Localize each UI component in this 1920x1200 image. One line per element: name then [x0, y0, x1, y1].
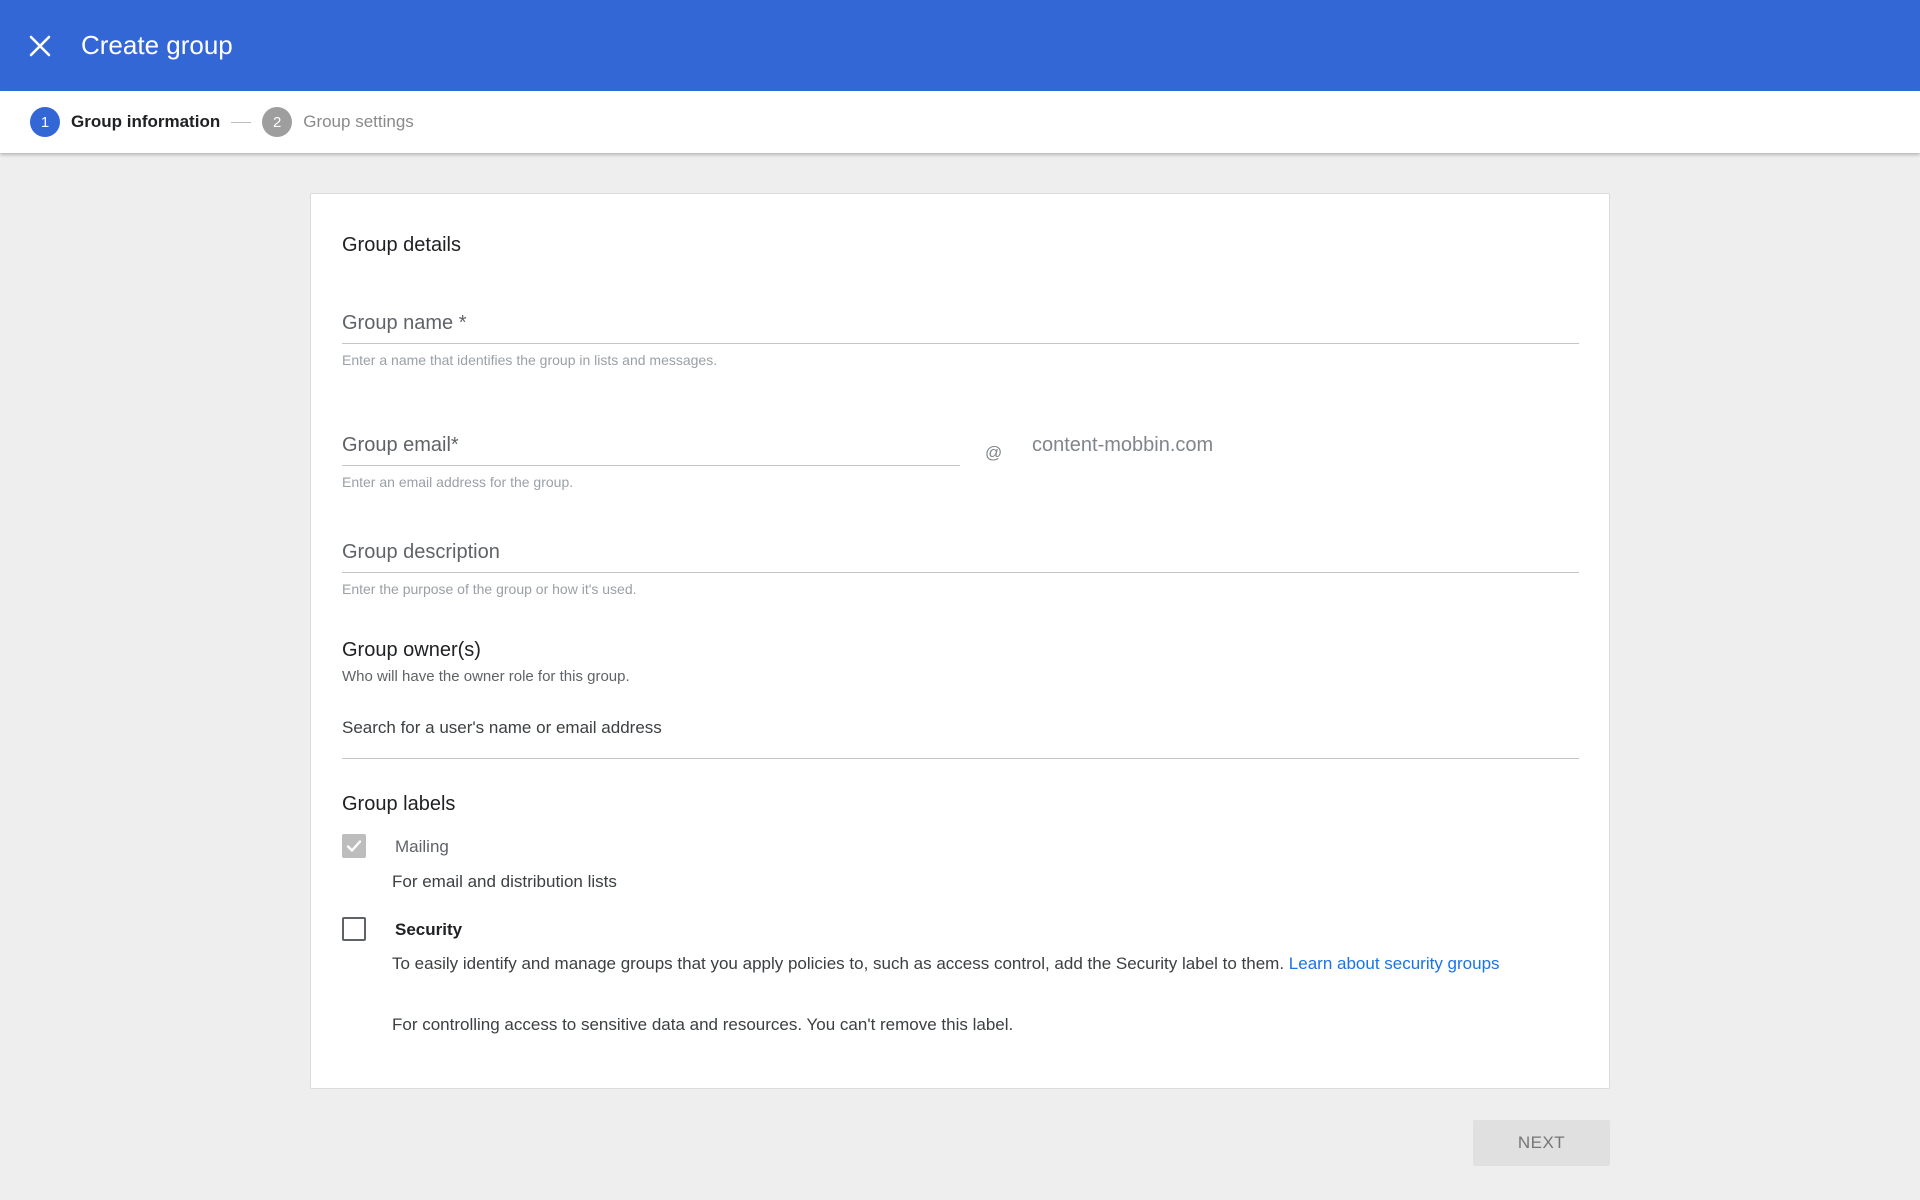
group-name-field[interactable]: Group name *: [342, 312, 1579, 344]
learn-about-security-groups-link[interactable]: Learn about security groups: [1289, 954, 1500, 973]
close-icon: [29, 35, 51, 56]
group-description-hint: Enter the purpose of the group or how it…: [342, 581, 637, 597]
group-email-hint: Enter an email address for the group.: [342, 474, 574, 490]
close-button[interactable]: [20, 26, 60, 66]
step-number-1: 1: [30, 107, 60, 137]
check-icon: [346, 840, 362, 852]
mailing-checkbox[interactable]: [342, 834, 366, 858]
stepper: 1 Group information 2 Group settings: [0, 91, 1920, 153]
group-owners-title: Group owner(s): [342, 639, 481, 661]
group-name-label: Group name *: [342, 312, 467, 334]
group-email-underline: [342, 465, 960, 466]
group-name-hint: Enter a name that identifies the group i…: [342, 352, 718, 368]
group-description-underline: [342, 572, 1579, 573]
group-description-label: Group description: [342, 541, 500, 563]
app-bar: Create group: [0, 0, 1920, 91]
group-owners-subtitle: Who will have the owner role for this gr…: [342, 668, 630, 685]
owner-search-input[interactable]: Search for a user's name or email addres…: [342, 718, 1579, 759]
security-label: Security: [395, 920, 463, 939]
page-title: Create group: [81, 30, 233, 60]
security-description: To easily identify and manage groups tha…: [392, 951, 1562, 977]
owner-search-placeholder: Search for a user's name or email addres…: [342, 718, 662, 737]
step-number-2: 2: [262, 107, 293, 137]
step-label-1: Group information: [71, 112, 221, 131]
step-connector: [231, 121, 252, 123]
group-description-field[interactable]: Group description: [342, 541, 1579, 573]
group-email-field[interactable]: Group email*: [342, 434, 960, 466]
group-details-card: Group details Group name * Enter a name …: [310, 193, 1610, 1089]
group-name-underline: [342, 343, 1579, 344]
group-email-label: Group email*: [342, 434, 459, 456]
step-group-settings[interactable]: 2 Group settings: [262, 107, 414, 137]
owner-search-underline: [342, 758, 1579, 759]
section-title: Group details: [342, 234, 461, 256]
security-description-2: For controlling access to sensitive data…: [392, 1015, 1014, 1034]
step-group-information[interactable]: 1 Group information: [30, 107, 220, 137]
email-domain: content-mobbin.com: [1032, 434, 1214, 456]
step-label-2: Group settings: [303, 112, 414, 131]
mailing-label: Mailing: [395, 837, 449, 856]
mailing-description: For email and distribution lists: [392, 872, 617, 891]
group-labels-title: Group labels: [342, 793, 456, 815]
security-checkbox[interactable]: [342, 917, 366, 941]
next-button[interactable]: NEXT: [1473, 1120, 1610, 1166]
at-sign: @: [985, 443, 1003, 462]
security-description-text: To easily identify and manage groups tha…: [392, 954, 1285, 973]
